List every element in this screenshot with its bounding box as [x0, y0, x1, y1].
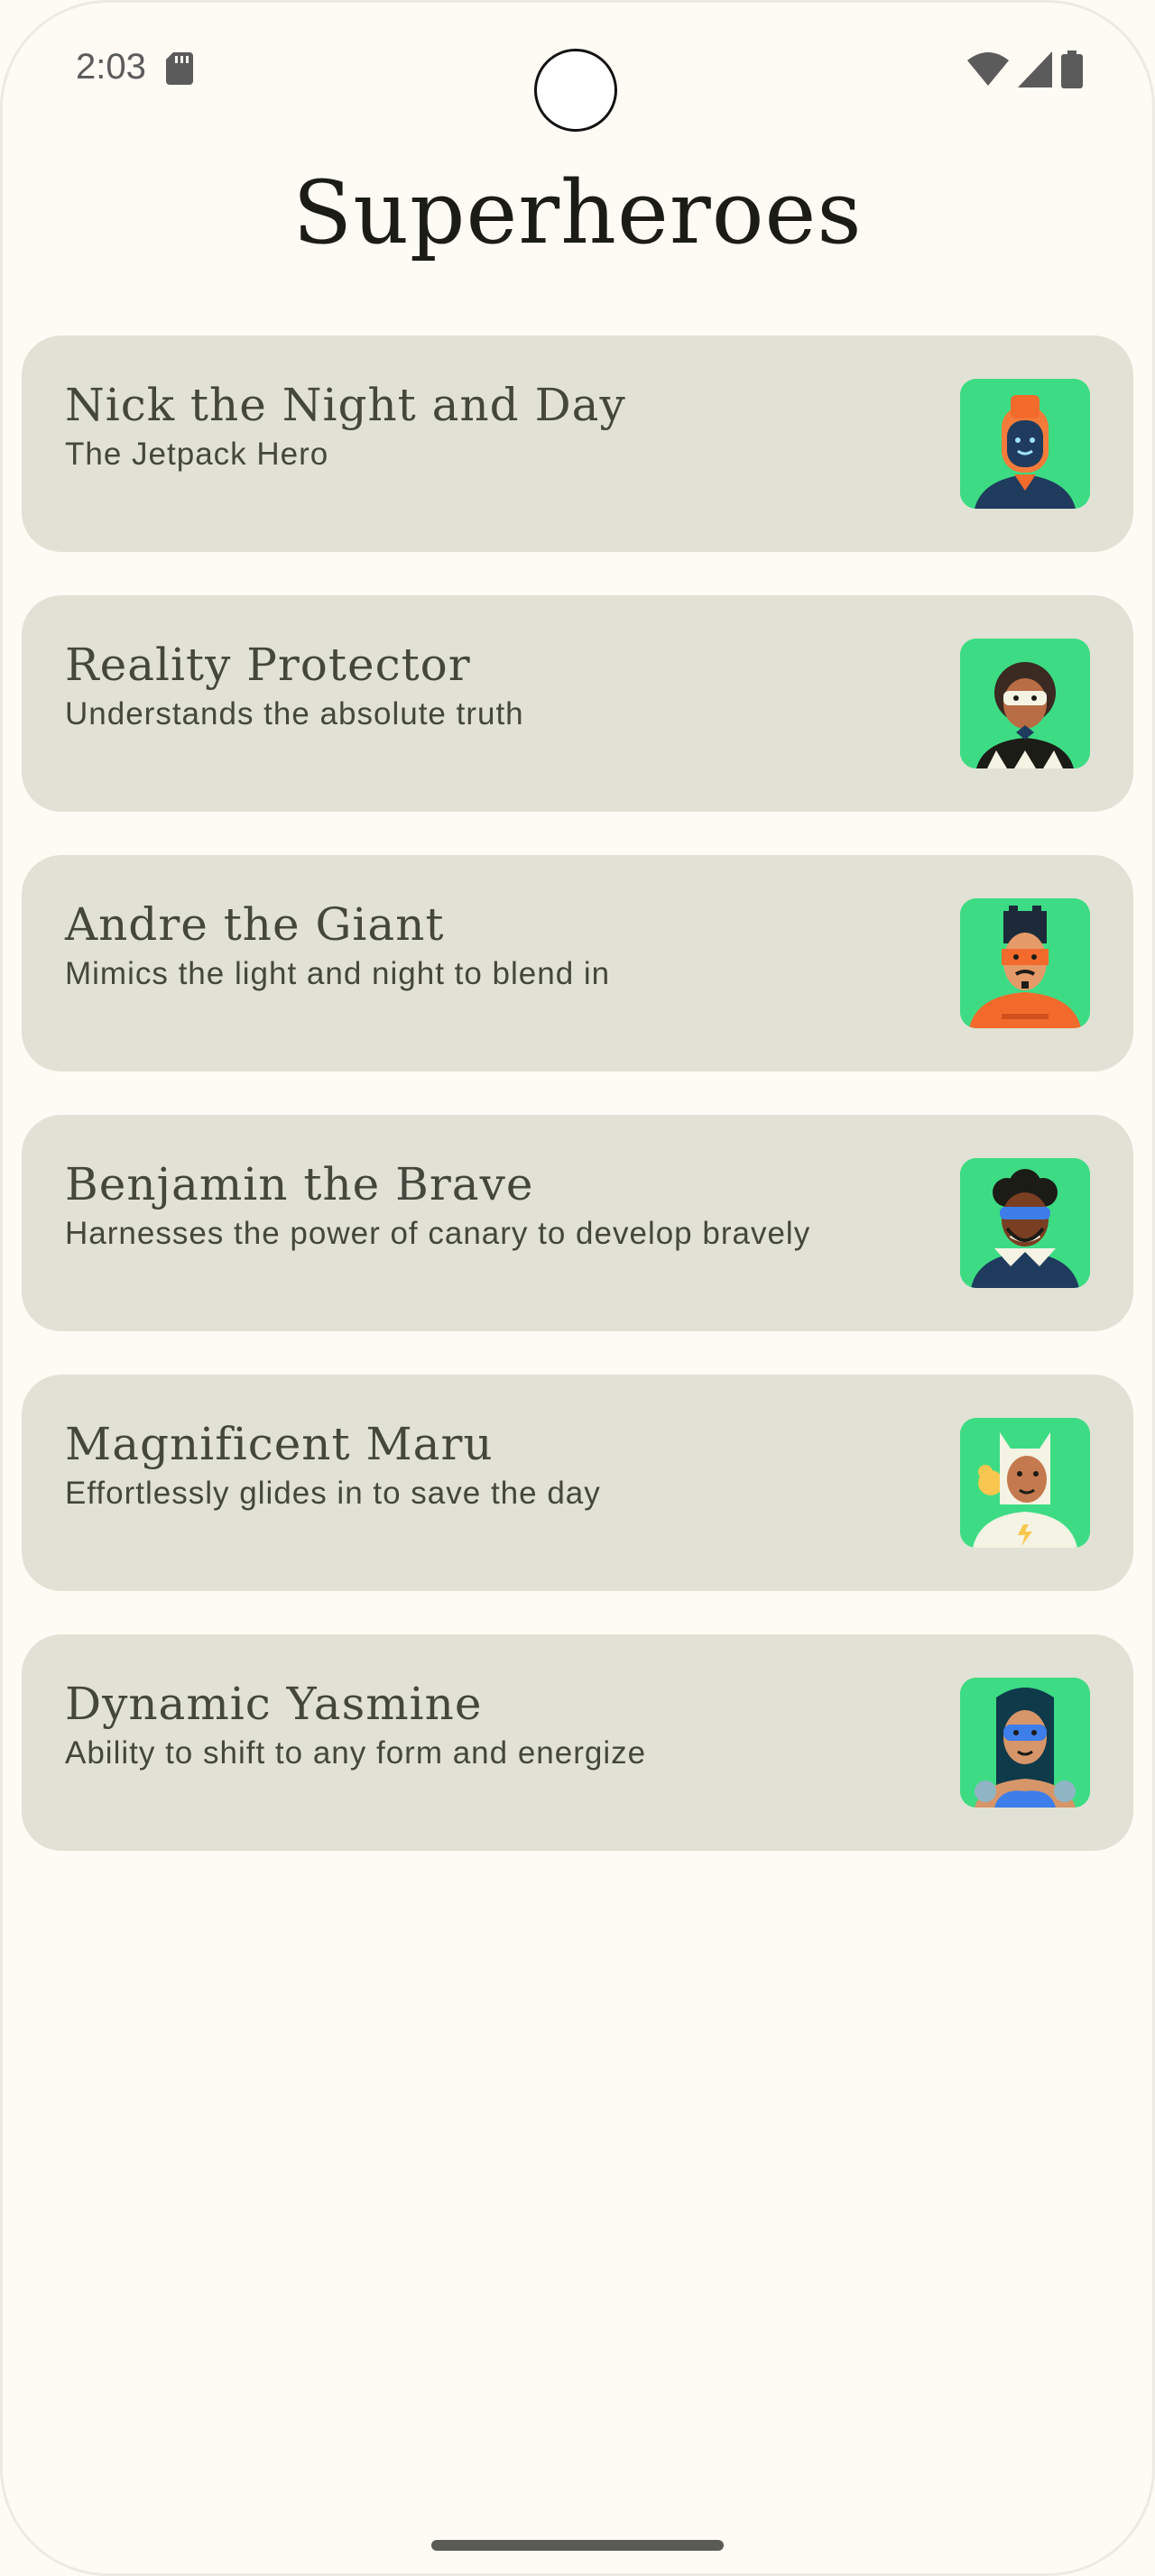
status-bar: 2:03: [0, 0, 1155, 135]
hero-6-avatar: [960, 1678, 1090, 1808]
hero-card[interactable]: Nick the Night and Day The Jetpack Hero: [22, 336, 1133, 552]
hero-4-avatar: [960, 1158, 1090, 1288]
hero-description: Mimics the light and night to blend in: [65, 956, 611, 991]
hero-description: Effortlessly glides in to save the day: [65, 1476, 601, 1511]
hero-description: Harnesses the power of canary to develop…: [65, 1216, 811, 1251]
hero-name: Andre the Giant: [65, 898, 445, 951]
front-camera-cutout: [534, 49, 617, 132]
hero-card[interactable]: Reality Protector Understands the absolu…: [22, 595, 1133, 812]
home-indicator[interactable]: [431, 2540, 724, 2551]
hero-name: Benjamin the Brave: [65, 1158, 534, 1210]
hero-name: Reality Protector: [65, 639, 471, 691]
hero-name: Dynamic Yasmine: [65, 1678, 483, 1730]
hero-1-avatar: [960, 379, 1090, 509]
hero-3-avatar: [960, 898, 1090, 1028]
sd-card-icon: [166, 52, 193, 89]
hero-description: Understands the absolute truth: [65, 696, 524, 731]
hero-2-avatar: [960, 639, 1090, 768]
hero-name: Nick the Night and Day: [65, 379, 626, 431]
hero-name: Magnificent Maru: [65, 1418, 494, 1470]
hero-card[interactable]: Dynamic Yasmine Ability to shift to any …: [22, 1634, 1133, 1851]
cell-signal-icon: [1018, 51, 1052, 92]
hero-card[interactable]: Magnificent Maru Effortlessly glides in …: [22, 1375, 1133, 1591]
status-time: 2:03: [76, 47, 146, 87]
hero-card[interactable]: Andre the Giant Mimics the light and nig…: [22, 855, 1133, 1072]
hero-description: Ability to shift to any form and energiz…: [65, 1735, 647, 1771]
status-icons: [967, 51, 1083, 93]
hero-card[interactable]: Benjamin the Brave Harnesses the power o…: [22, 1115, 1133, 1331]
wifi-icon: [967, 51, 1009, 92]
hero-5-avatar: [960, 1418, 1090, 1548]
hero-description: The Jetpack Hero: [65, 437, 329, 472]
app-title: Superheroes: [292, 162, 863, 263]
hero-list[interactable]: Nick the Night and Day The Jetpack Hero …: [22, 336, 1133, 1851]
battery-icon: [1061, 51, 1083, 93]
